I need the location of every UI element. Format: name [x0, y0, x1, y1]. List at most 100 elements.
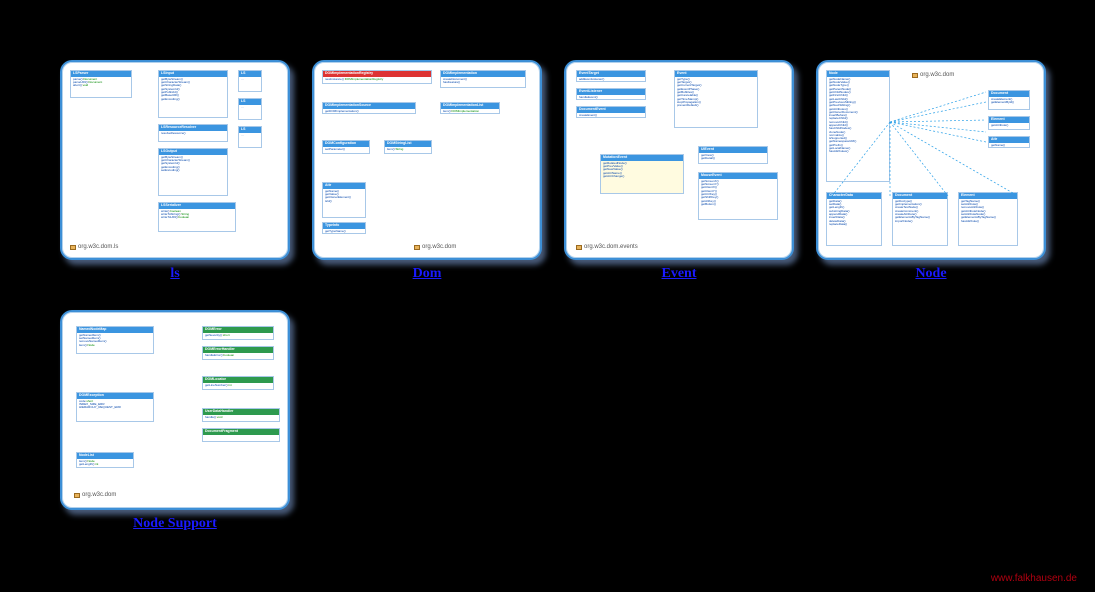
- uml-member: getEncoding(): [161, 98, 225, 101]
- uml-member: abort():void: [73, 84, 129, 87]
- uml-member: getAttribute(): [991, 124, 1027, 127]
- uml-member: setEncoding(): [161, 169, 225, 172]
- uml-member: getDetail(): [701, 157, 765, 160]
- package-label: org.w3c.dom.events: [576, 244, 638, 250]
- package-label: org.w3c.dom.ls: [70, 244, 118, 250]
- uml-member: HIERARCHY_REQUEST_ERR: [79, 406, 151, 409]
- uml-block: DOMImplementationSourcegetDOMImplementat…: [322, 102, 416, 114]
- uml-block-body: resolveResource(): [159, 131, 227, 136]
- uml-block: ElementgetTagName()setAttribute()removeA…: [958, 192, 1018, 246]
- uml-block: AttrgetName()getValue()getOwnerElement()…: [322, 182, 366, 218]
- uml-block: EventListenerhandleEvent(): [576, 88, 646, 100]
- uml-member: …: [241, 78, 259, 81]
- uml-member: handle():void: [205, 416, 277, 419]
- uml-member: preventDefault(): [677, 104, 755, 107]
- uml-member: getButton(): [701, 203, 775, 206]
- label-dom[interactable]: Dom: [312, 266, 542, 282]
- card-event[interactable]: org.w3c.dom.events EventTargetaddEventLis…: [564, 60, 794, 260]
- uml-member: item():DOMImplementation: [443, 110, 497, 113]
- uml-block: AttrgetName(): [988, 136, 1030, 148]
- uml-block-body: getLineNumber():int: [203, 383, 273, 388]
- uml-block-body: getTagName()setAttribute()removeAttribut…: [959, 199, 1017, 224]
- label-node[interactable]: Node: [816, 266, 1046, 282]
- uml-member: getName(): [991, 144, 1027, 147]
- uml-block: UIEventgetView()getDetail(): [698, 146, 768, 164]
- package-icon: [74, 493, 80, 498]
- card-ls[interactable]: org.w3c.dom.ls LSParserparse():Documentpa…: [60, 60, 290, 260]
- card-nodesupport[interactable]: org.w3c.domNamedNodeMapgetNamedItem()set…: [60, 310, 290, 510]
- uml-block: MouseEventgetScreenX()getScreenY()getCli…: [698, 172, 778, 220]
- uml-block-body: item():NodegetLength():int: [77, 459, 133, 468]
- package-text: org.w3c.dom: [422, 244, 456, 250]
- uml-member: addEventListener(): [579, 78, 643, 81]
- uml-member: handleError():boolean: [205, 354, 271, 357]
- uml-block: DocumentFragment: [202, 428, 280, 442]
- uml-block-body: setParameter(): [323, 147, 369, 152]
- uml-block: LSParserparse():DocumentparseURI():Docum…: [70, 70, 132, 98]
- package-icon: [576, 245, 582, 250]
- uml-member: getElementById(): [991, 101, 1027, 104]
- package-label: org.w3c.dom: [414, 244, 456, 250]
- uml-block-body: handleEvent(): [577, 95, 645, 100]
- uml-member: setParameter(): [325, 148, 367, 151]
- uml-block: DOMLocatorgetLineNumber():int: [202, 376, 274, 390]
- uml-block: DOMErrorHandlerhandleError():boolean: [202, 346, 274, 360]
- package-text: org.w3c.dom.ls: [78, 244, 118, 250]
- uml-block: CharacterDatagetData()setData()getLength…: [826, 192, 882, 246]
- uml-block: LS…: [238, 70, 262, 92]
- uml-block: LS…: [238, 126, 262, 148]
- label-nodesupport[interactable]: Node Support: [60, 516, 290, 532]
- label-ls[interactable]: ls: [60, 266, 290, 282]
- card-node[interactable]: org.w3c.dom NodegetNodeName()getNodeValue…: [816, 60, 1046, 260]
- uml-block-body: …: [239, 105, 261, 110]
- uml-member: getTypeName(): [325, 230, 363, 233]
- uml-member: hasFeature(): [443, 81, 523, 84]
- uml-block: EventTargetaddEventListener(): [576, 70, 646, 82]
- uml-block-body: createElement()getElementById(): [989, 97, 1029, 106]
- uml-block-body: handleError():boolean: [203, 353, 273, 358]
- uml-block-body: getName(): [989, 143, 1029, 148]
- footer-link[interactable]: www.falkhausen.de: [991, 573, 1077, 584]
- package-text: org.w3c.dom: [920, 72, 954, 78]
- uml-block: NodegetNodeName()getNodeValue()getNodeTy…: [826, 70, 890, 182]
- uml-block-body: getAttribute(): [989, 123, 1029, 128]
- uml-block-body: handle():void: [203, 415, 279, 420]
- uml-member: …: [241, 106, 259, 109]
- package-icon: [414, 245, 420, 250]
- uml-member: handleEvent(): [579, 96, 643, 99]
- uml-member: importNode(): [895, 220, 945, 223]
- uml-block-body: getTypeName(): [323, 229, 365, 234]
- uml-block-body: getDOMImplementation(): [323, 109, 415, 114]
- label-event[interactable]: Event: [564, 266, 794, 282]
- uml-block: DocumentgetDoctype()getImplementation()c…: [892, 192, 948, 246]
- uml-member: getSeverity():short: [205, 334, 271, 337]
- uml-member: getLineNumber():int: [205, 384, 271, 387]
- uml-block: LSResourceResolverresolveResource(): [158, 124, 228, 142]
- card-event-inner: org.w3c.dom.events EventTargetaddEventLis…: [566, 62, 792, 258]
- uml-block-body: getNodeName()getNodeValue()getNodeType()…: [827, 77, 889, 155]
- uml-block-body: getByteStream()getCharacterStream()getSy…: [159, 155, 227, 173]
- uml-block-body: item():DOMImplementation: [441, 109, 499, 114]
- uml-block: DOMErrorgetSeverity():short: [202, 326, 274, 340]
- uml-block-body: …: [239, 77, 261, 82]
- uml-block: MutationEventgetRelatedNode()getPrevValu…: [600, 154, 684, 194]
- uml-block: UserDataHandlerhandle():void: [202, 408, 280, 422]
- package-icon: [70, 245, 76, 250]
- card-node-inner: org.w3c.dom NodegetNodeName()getNodeValue…: [818, 62, 1044, 258]
- uml-block-body: parse():DocumentparseURI():Documentabort…: [71, 77, 131, 89]
- uml-block: TypeInfogetTypeName(): [322, 222, 366, 234]
- diagram-canvas: org.w3c.dom.ls LSParserparse():Documentpa…: [0, 0, 1095, 592]
- uml-block: DOMConfigurationsetParameter(): [322, 140, 370, 154]
- uml-block: LSSerializerwrite():booleanwriteToString…: [158, 202, 236, 232]
- uml-block-body: [203, 435, 279, 437]
- card-ls-inner: org.w3c.dom.ls LSParserparse():Documentpa…: [62, 62, 288, 258]
- uml-block-body: getData()setData()getLength()substringDa…: [827, 199, 881, 227]
- uml-member: hasAttributes(): [829, 150, 887, 153]
- uml-block-body: getNamedItem()setNamedItem()removeNamedI…: [77, 333, 153, 348]
- package-text: org.w3c.dom.events: [584, 244, 638, 250]
- uml-member: item():String: [387, 148, 429, 151]
- card-dom[interactable]: org.w3c.domDOMImplementationRegistrynewI…: [312, 60, 542, 260]
- uml-member: isId(): [325, 200, 363, 203]
- uml-block-body: getType()getTarget()getCurrentTarget()ge…: [675, 77, 757, 109]
- package-label: org.w3c.dom: [74, 492, 116, 498]
